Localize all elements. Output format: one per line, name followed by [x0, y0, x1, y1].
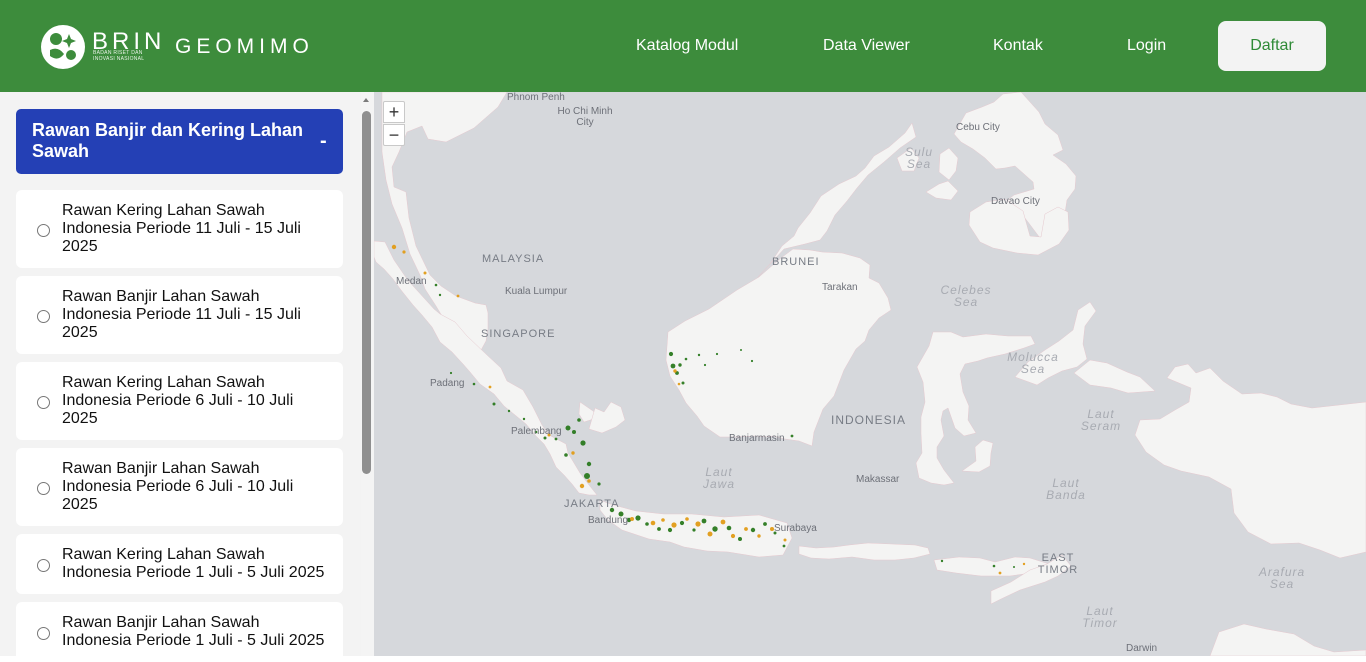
register-button[interactable]: Daftar	[1218, 21, 1326, 71]
layer-item[interactable]: Rawan Banjir Lahan Sawah Indonesia Perio…	[16, 448, 343, 526]
layer-radio-button[interactable]	[37, 559, 50, 572]
layer-label: Rawan Banjir Lahan Sawah Indonesia Perio…	[62, 614, 325, 649]
layer-group-title: Rawan Banjir dan Kering Lahan Sawah	[32, 120, 304, 161]
map-label-arafura-sea: Arafura Sea	[1258, 565, 1306, 591]
map-label-laut-banda: Laut Banda	[1046, 476, 1086, 502]
scroll-up-arrow-icon[interactable]	[362, 96, 370, 104]
map-label-indonesia: INDONESIA	[831, 413, 907, 427]
map-label-molucca-sea: Molucca Sea	[1007, 350, 1059, 376]
layer-label: Rawan Banjir Lahan Sawah Indonesia Perio…	[62, 288, 301, 341]
layer-label: Rawan Kering Lahan Sawah Indonesia Perio…	[62, 546, 325, 581]
map-label-singapore: SINGAPORE	[481, 328, 556, 340]
map-label-kuala-lumpur: Kuala Lumpur	[505, 286, 568, 297]
layer-item[interactable]: Rawan Kering Lahan Sawah Indonesia Perio…	[16, 534, 343, 594]
layer-radio-button[interactable]	[37, 627, 50, 640]
layer-item[interactable]: Rawan Kering Lahan Sawah Indonesia Perio…	[16, 190, 343, 268]
collapse-toggle-icon[interactable]: -	[320, 131, 327, 151]
layer-label: Rawan Kering Lahan Sawah Indonesia Perio…	[62, 374, 294, 427]
nav-katalog-modul[interactable]: Katalog Modul	[636, 37, 738, 55]
sidebar-scrollbar-thumb[interactable]	[362, 111, 371, 474]
layer-label: Rawan Kering Lahan Sawah Indonesia Perio…	[62, 202, 301, 255]
map-label-malaysia: MALAYSIA	[482, 253, 545, 265]
map-label-tarakan: Tarakan	[822, 282, 858, 293]
map-label-east-timor: EAST TIMOR	[1037, 552, 1079, 576]
layer-group-header[interactable]: Rawan Banjir dan Kering Lahan Sawah -	[16, 109, 343, 174]
nav-login[interactable]: Login	[1127, 37, 1166, 55]
map-label-phnom-penh: Phnom Penh	[507, 92, 565, 103]
map-label-ho-chi-minh-city: Ho Chi Minh City	[557, 106, 613, 128]
map-label-laut-timor: Laut Timor	[1082, 604, 1118, 630]
brand-subtitle: BADAN RISET DAN INOVASI NASIONAL	[93, 50, 145, 62]
nav-kontak[interactable]: Kontak	[993, 37, 1043, 55]
map-label-laut-seram: Laut Seram	[1080, 407, 1122, 433]
layer-radio-button[interactable]	[37, 310, 50, 323]
map-label-surabaya: Surabaya	[774, 523, 817, 534]
layer-item[interactable]: Rawan Banjir Lahan Sawah Indonesia Perio…	[16, 276, 343, 354]
map-label-medan: Medan	[396, 276, 427, 287]
map-label-jakarta: JAKARTA	[564, 498, 620, 510]
layer-item[interactable]: Rawan Banjir Lahan Sawah Indonesia Perio…	[16, 602, 343, 662]
nav-data-viewer[interactable]: Data Viewer	[823, 37, 910, 55]
map-label-laut-jawa: Laut Jawa	[702, 465, 735, 491]
map-label-cebu-city: Cebu City	[956, 122, 1000, 133]
map-view[interactable]: Phnom Penh Ho Chi Minh City Cebu City Da…	[374, 92, 1366, 656]
map-label-celebes-sea: Celebes Sea	[940, 283, 992, 309]
top-header: BRIN BADAN RISET DAN INOVASI NASIONAL GE…	[0, 0, 1366, 92]
app-name[interactable]: GEOMIMO	[175, 35, 314, 59]
map-basemap	[374, 92, 1366, 656]
map-label-brunei: BRUNEI	[772, 256, 820, 268]
zoom-out-button[interactable]: −	[383, 124, 405, 146]
map-label-bandung: Bandung	[588, 515, 629, 526]
layer-radio-button[interactable]	[37, 396, 50, 409]
map-label-sulu-sea: Sulu Sea	[904, 145, 934, 171]
layer-radio-button[interactable]	[37, 482, 50, 495]
map-label-banjarmasin: Banjarmasin	[729, 433, 785, 444]
map-label-padang: Padang	[430, 378, 465, 389]
layer-radio-button[interactable]	[37, 224, 50, 237]
map-label-palembang: Palembang	[511, 426, 562, 437]
map-label-darwin: Darwin	[1126, 643, 1158, 654]
layer-label: Rawan Banjir Lahan Sawah Indonesia Perio…	[62, 460, 294, 513]
map-label-davao-city: Davao City	[991, 196, 1040, 207]
zoom-in-button[interactable]: +	[383, 101, 405, 123]
layer-item[interactable]: Rawan Kering Lahan Sawah Indonesia Perio…	[16, 362, 343, 440]
map-label-makassar: Makassar	[856, 474, 900, 485]
brin-logo-icon[interactable]	[40, 24, 86, 70]
